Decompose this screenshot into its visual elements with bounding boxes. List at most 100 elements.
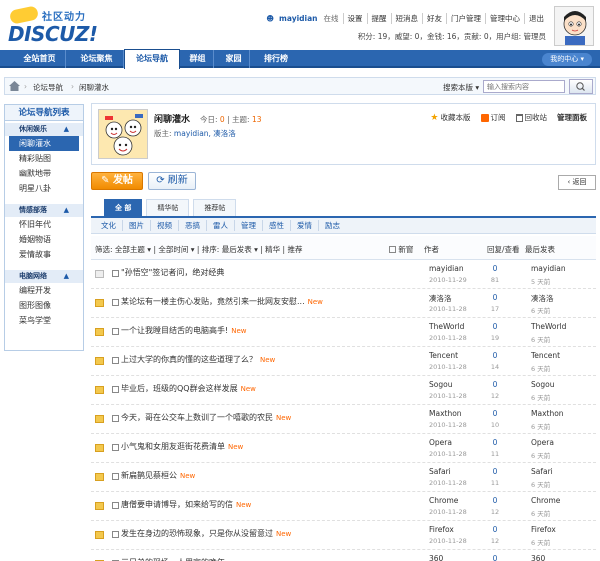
type-culture[interactable]: 文化 [95, 220, 122, 231]
last-poster[interactable]: Maxthon [531, 409, 564, 418]
last-poster[interactable]: Opera [531, 438, 554, 447]
thread-checkbox[interactable] [112, 531, 119, 538]
table-row[interactable]: 小气鬼和女朋友逛街花费清单 New Opera 2010-11-28 0 11 Opera 6… [91, 434, 596, 463]
thread-author[interactable]: 360 [429, 554, 443, 561]
thread-title[interactable]: "孙悟空"签记者问，绝对经典 [121, 268, 224, 277]
thread-title[interactable]: 新扁鹊见蔡桓公 [121, 471, 177, 480]
thread-author[interactable]: mayidian [429, 264, 464, 273]
sidebar-item-newbie[interactable]: 菜鸟学堂 [5, 313, 83, 328]
subscribe-button[interactable]: 订阅 [480, 112, 506, 123]
last-poster[interactable]: Sogou [531, 380, 554, 389]
thread-title[interactable]: 小气鬼和女朋友逛街花费清单 [121, 442, 225, 451]
table-row[interactable]: 毕业后，班级的QQ群会这样发展 New Sogou 2010-11-28 0 12 Sogo… [91, 376, 596, 405]
recycle-bin-button[interactable]: 回收站 [515, 112, 547, 123]
thread-author[interactable]: TheWorld [429, 322, 464, 331]
thread-checkbox[interactable] [112, 473, 119, 480]
sidebar-item-gossip[interactable]: 明星八卦 [5, 181, 83, 196]
table-row[interactable]: 今天，哥在公交车上数训了一个嘻歌的农民 New Maxthon 2010-11-28 0… [91, 405, 596, 434]
type-video[interactable]: 视频 [150, 220, 178, 231]
sidebar-item-programming[interactable]: 编程开发 [5, 283, 83, 298]
last-poster[interactable]: TheWorld [531, 322, 566, 331]
sidebar-item-pics[interactable]: 精彩贴图 [5, 151, 83, 166]
nav-home-space[interactable]: 家园 [218, 50, 250, 68]
thread-author[interactable]: Maxthon [429, 409, 462, 418]
thread-checkbox[interactable] [112, 415, 119, 422]
back-button[interactable]: ‹ 返回 [558, 175, 596, 190]
nav-focus[interactable]: 论坛聚焦 [70, 50, 124, 68]
type-emotional[interactable]: 感性 [262, 220, 290, 231]
type-inspire[interactable]: 励志 [318, 220, 346, 231]
nav-logout[interactable]: 退出 [524, 13, 548, 24]
sidebar-item-graphics[interactable]: 图形图像 [5, 298, 83, 313]
favorite-forum-button[interactable]: ★ 收藏本版 [430, 112, 470, 123]
thread-author[interactable]: Opera [429, 438, 452, 447]
last-poster[interactable]: Firefox [531, 525, 556, 534]
nav-ranking[interactable]: 排行榜 [254, 50, 298, 68]
breadcrumb-current[interactable]: 闲聊灌水 [79, 82, 109, 93]
sidebar-category-emotion[interactable]: 情感部落 ▲ [5, 204, 83, 217]
thread-title[interactable]: 一个让我瞠目结舌的电脑高手! [121, 326, 228, 335]
tab-digest[interactable]: 精华帖 [146, 199, 190, 216]
table-row[interactable]: 发生在身边的恐怖现象，只是你从没留意过 New Firefox 2010-11-28 0… [91, 521, 596, 550]
thread-title[interactable]: 今天，哥在公交车上数训了一个嘻歌的农民 [121, 413, 273, 422]
thread-checkbox[interactable] [112, 328, 119, 335]
thread-author[interactable]: Tencent [429, 351, 458, 360]
new-post-button[interactable]: ✎ 发帖 [91, 172, 143, 190]
search-scope-select[interactable]: 搜索本版 ▾ [443, 82, 479, 93]
thread-title[interactable]: 发生在身边的恐怖现象，只是你从没留意过 [121, 529, 273, 538]
thread-checkbox[interactable] [112, 502, 119, 509]
sidebar-item-love[interactable]: 爱情故事 [5, 247, 83, 262]
refresh-button[interactable]: ⟳ 刷新 [148, 172, 196, 190]
type-images[interactable]: 图片 [122, 220, 150, 231]
online-status[interactable]: 在线 [322, 13, 343, 24]
discuz-logo[interactable]: 社区动力 DISCUZ! [8, 5, 98, 46]
table-row[interactable]: 某论坛有一楼主伤心发贴，竟然引来一批网友安慰... New 凑洛洛 2010-11-2… [91, 289, 596, 318]
nav-remind[interactable]: 提醒 [366, 13, 391, 24]
new-window-toggle[interactable]: 新窗 [389, 244, 413, 255]
mods-list[interactable]: mayidian, 凑洛洛 [174, 129, 236, 138]
last-poster[interactable]: mayidian [531, 264, 566, 273]
nav-pm[interactable]: 短消息 [390, 13, 423, 24]
last-poster[interactable]: Chrome [531, 496, 560, 505]
table-row[interactable]: 唐僧要申请博导，如来给写的信 New Chrome 2010-11-28 0 12 Chro… [91, 492, 596, 521]
search-input[interactable] [483, 80, 565, 93]
thread-author[interactable]: Firefox [429, 525, 454, 534]
sidebar-category-leisure[interactable]: 休闲娱乐 ▲ [5, 123, 83, 136]
nav-home[interactable]: 全站首页 [14, 50, 66, 68]
table-row[interactable]: 新扁鹊见蔡桓公 New Safari 2010-11-28 0 11 Safari 6 天前 [91, 463, 596, 492]
col-last-header[interactable]: 最后发表 [525, 244, 555, 255]
search-button[interactable] [569, 79, 593, 94]
filter-controls[interactable]: 筛选: 全部主题 ▾ | 全部时间 ▾ | 排序: 最后发表 ▾ | 精华 | … [95, 244, 302, 255]
thread-checkbox[interactable] [112, 444, 119, 451]
sidebar-item-nostalgia[interactable]: 怀旧年代 [5, 217, 83, 232]
nav-forum-guide[interactable]: 论坛导航 [124, 49, 180, 69]
thread-title[interactable]: 某论坛有一楼主伤心发贴，竟然引来一批网友安慰... [121, 297, 305, 306]
sidebar-item-chat[interactable]: 闲聊灌水 [9, 136, 79, 151]
table-row[interactable]: 三兄弟的现场，人用家的晚年3602010-11-280360 [91, 550, 596, 561]
nav-portal-admin[interactable]: 门户管理 [446, 13, 485, 24]
thread-author[interactable]: Chrome [429, 496, 458, 505]
table-row[interactable]: 一个让我瞠目结舌的电脑高手! New TheWorld 2010-11-28 0 19 Th… [91, 318, 596, 347]
thread-title[interactable]: 上过大学的你真的懂的这些道理了么？ [121, 355, 257, 364]
type-shocking[interactable]: 雷人 [206, 220, 234, 231]
sidebar-item-humor[interactable]: 幽默地带 [5, 166, 83, 181]
type-manage[interactable]: 管理 [234, 220, 262, 231]
thread-checkbox[interactable] [112, 386, 119, 393]
sidebar-category-computer[interactable]: 电脑网络 ▲ [5, 270, 83, 283]
last-poster[interactable]: 360 [531, 554, 545, 561]
last-poster[interactable]: Tencent [531, 351, 560, 360]
nav-friends[interactable]: 好友 [422, 13, 446, 24]
thread-checkbox[interactable] [112, 357, 119, 364]
thread-checkbox[interactable] [112, 299, 119, 306]
thread-title[interactable]: 唐僧要申请博导，如来给写的信 [121, 500, 233, 509]
admin-panel-button[interactable]: 管理面板 [557, 112, 587, 123]
type-spoof[interactable]: 恶搞 [178, 220, 206, 231]
username-link[interactable]: mayidian [275, 14, 321, 23]
col-reply-header[interactable]: 回复/查看 [487, 244, 520, 255]
home-icon[interactable] [9, 81, 20, 91]
nav-settings[interactable]: 设置 [342, 13, 367, 24]
my-center-button[interactable]: 我的中心 ▾ [542, 53, 592, 66]
thread-author[interactable]: Sogou [429, 380, 452, 389]
last-poster[interactable]: 凑洛洛 [531, 293, 554, 304]
table-row[interactable]: "孙悟空"签记者问，绝对经典 mayidian 2010-11-29 0 81 mayid… [91, 260, 596, 289]
